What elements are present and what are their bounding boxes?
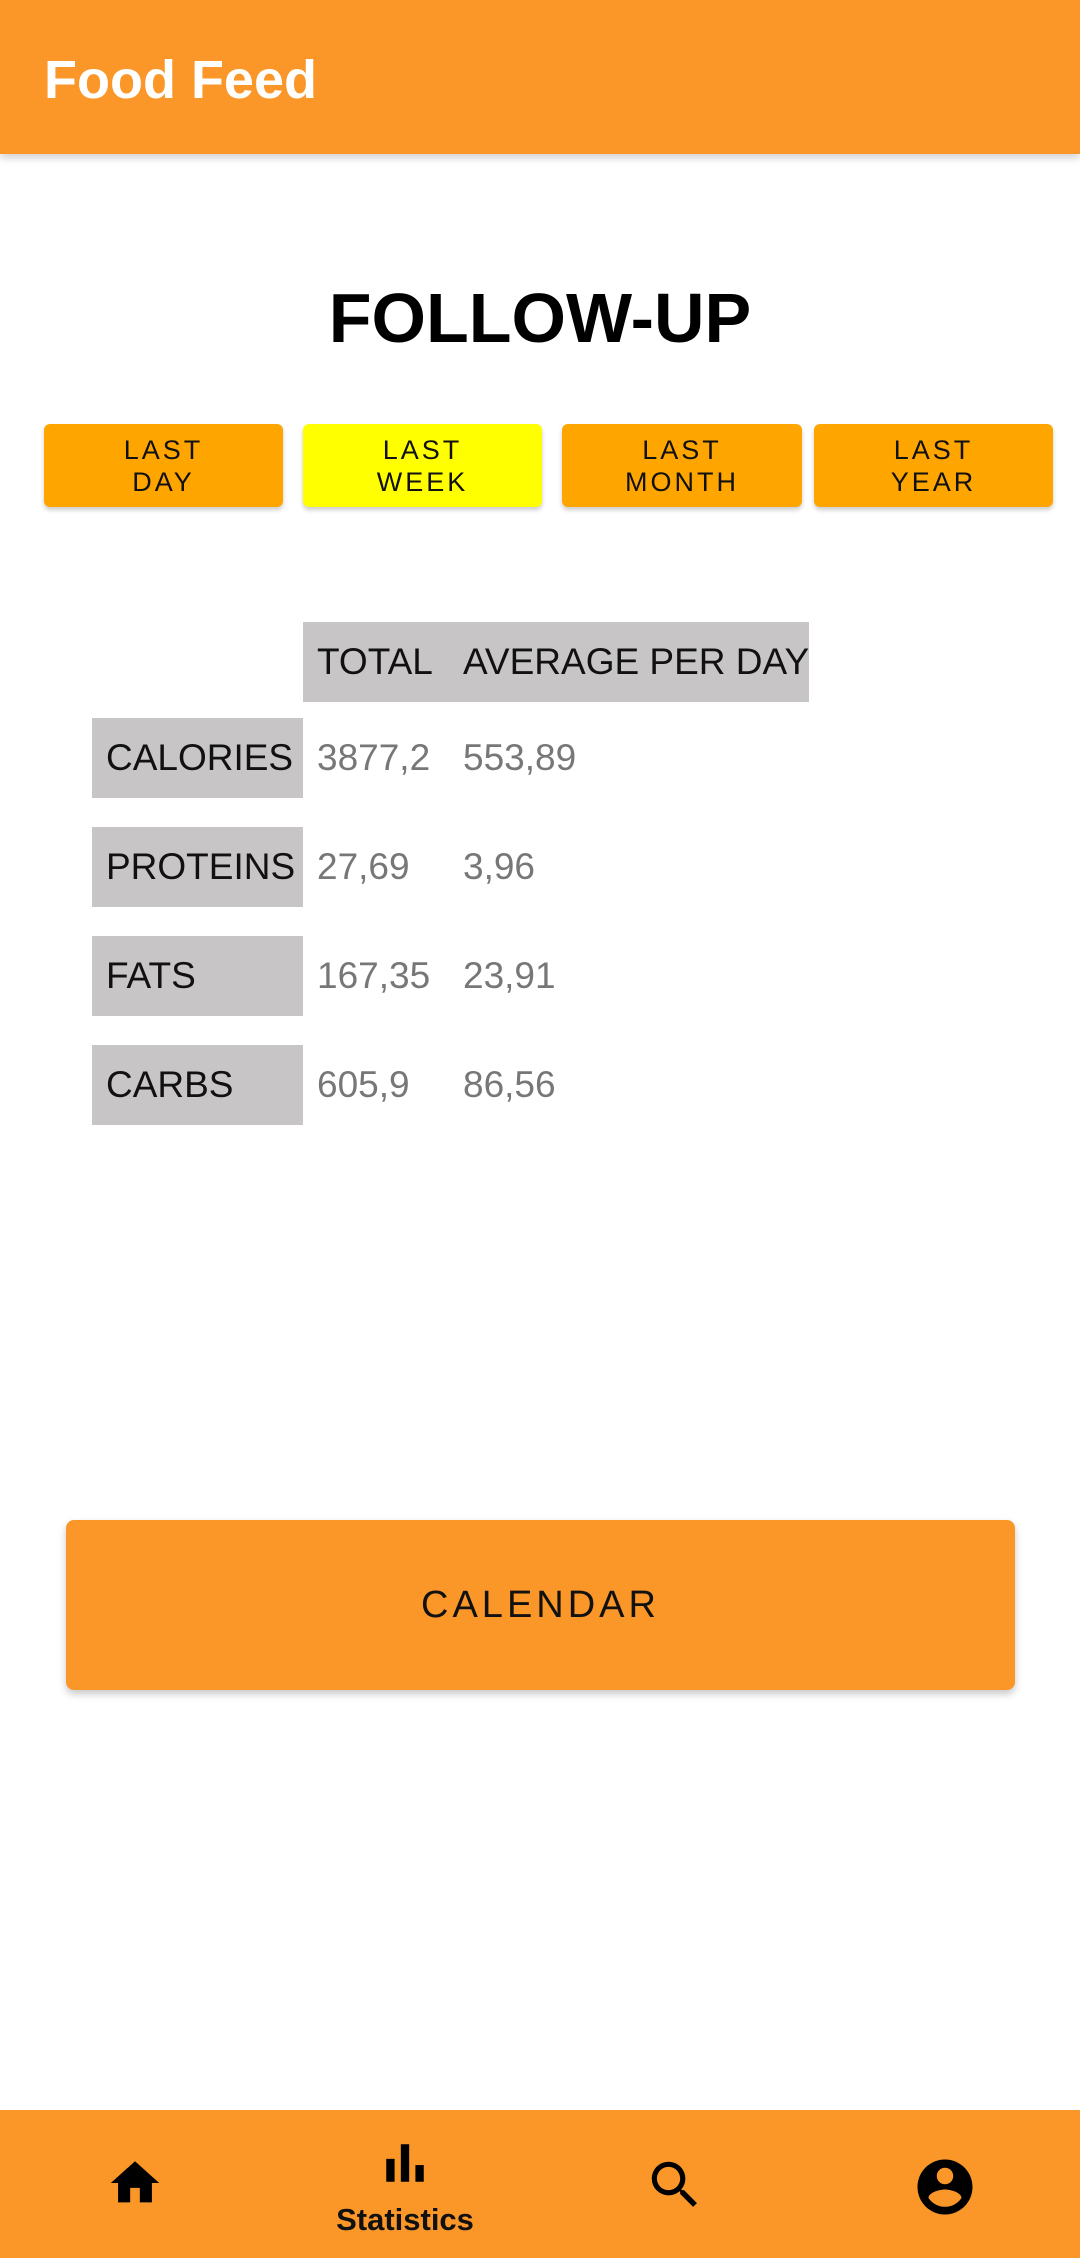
account-circle-icon <box>917 2159 973 2215</box>
calories-average: 553,89 <box>463 737 577 778</box>
last-month-button[interactable]: LAST MONTH <box>562 424 802 507</box>
last-day-button[interactable]: LAST DAY <box>44 424 283 507</box>
app-bar: Food Feed <box>0 0 1080 154</box>
proteins-total: 27,69 <box>317 846 410 887</box>
bottom-navigation: Statistics <box>0 2110 1080 2258</box>
calendar-button[interactable]: CALENDAR <box>66 1520 1015 1690</box>
bar-chart-icon <box>386 2144 424 2182</box>
nav-statistics[interactable]: Statistics <box>270 2110 540 2258</box>
fats-total: 167,35 <box>317 955 431 996</box>
fats-average: 23,91 <box>463 955 556 996</box>
search-icon <box>651 2161 697 2207</box>
page-title: FOLLOW-UP <box>328 279 752 357</box>
carbs-average: 86,56 <box>463 1064 556 1105</box>
header-total: TOTAL <box>303 622 449 702</box>
proteins-average: 3,96 <box>463 846 536 887</box>
row-label-fats: FATS <box>92 936 303 1016</box>
header-average-per-day: AVERAGE PER DAY <box>449 622 809 702</box>
last-week-button[interactable]: LAST WEEK <box>303 424 542 507</box>
home-icon <box>110 2161 160 2203</box>
calories-total: 3877,2 <box>317 737 431 778</box>
row-label-carbs: CARBS <box>92 1045 303 1125</box>
nav-profile[interactable] <box>810 2110 1080 2258</box>
nav-label-statistics: Statistics <box>336 2202 474 2237</box>
last-year-button[interactable]: LAST YEAR <box>814 424 1053 507</box>
carbs-total: 605,9 <box>317 1064 410 1105</box>
row-label-calories: CALORIES <box>92 718 303 798</box>
nav-home[interactable] <box>0 2110 270 2258</box>
app-title: Food Feed <box>44 50 317 110</box>
row-label-proteins: PROTEINS <box>92 827 303 907</box>
nav-search[interactable] <box>540 2110 810 2258</box>
